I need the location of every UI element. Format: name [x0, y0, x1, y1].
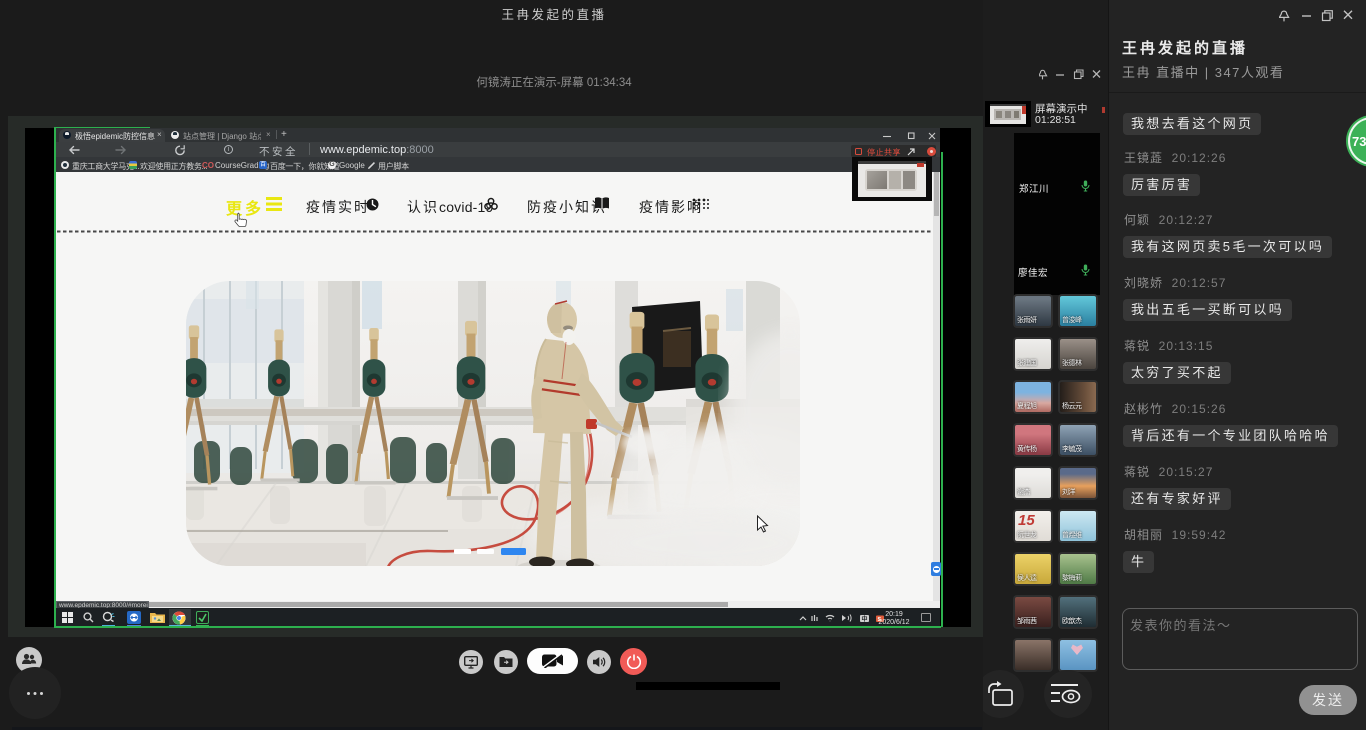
svg-text:中: 中	[862, 615, 868, 623]
